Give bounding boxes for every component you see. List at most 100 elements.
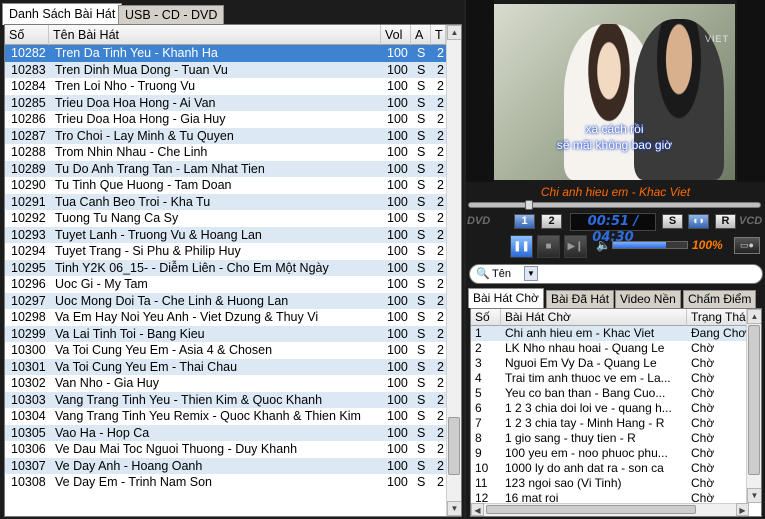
list-item[interactable]: 11 123 ngoi sao (Vi Tinh) Chờ xyxy=(471,476,749,491)
scroll-down-arrow-icon[interactable]: ▼ xyxy=(447,501,461,516)
table-row[interactable]: 10296 Uoc Gi - My Tam 100 S 2 xyxy=(5,276,446,293)
scroll-right-arrow-icon[interactable]: ▶ xyxy=(736,503,749,516)
song-table-scrollbar[interactable]: ▲ ▼ xyxy=(446,25,461,516)
table-row[interactable]: 10299 Va Lai Tinh Toi - Bang Kieu 100 S 2 xyxy=(5,325,446,342)
scroll-up-arrow-icon[interactable]: ▲ xyxy=(447,25,461,40)
song-title: Ve Day Anh - Hoang Oanh xyxy=(55,458,203,473)
queue-number: 4 xyxy=(475,371,482,385)
queue-hscroll-thumb[interactable] xyxy=(486,505,696,514)
col-number[interactable]: Số xyxy=(5,25,49,45)
list-item[interactable]: 4 Trai tim anh thuoc ve em - La... Chờ xyxy=(471,371,749,386)
list-item[interactable]: 9 100 yeu em - noo phuoc phu... Chờ xyxy=(471,446,749,461)
song-title: Van Nho - Gia Huy xyxy=(55,376,159,390)
table-row[interactable]: 10303 Vang Trang Tinh Yeu - Thien Kim & Q… xyxy=(5,391,446,408)
queue-scroll-thumb[interactable] xyxy=(748,325,760,475)
queue-scrollbar[interactable]: ▲ ▼ xyxy=(746,309,761,503)
table-row[interactable]: 10287 Tro Choi - Lay Minh & Tu Quyen 100 S 2 xyxy=(5,127,446,144)
list-item[interactable]: 8 1 gio sang - thuy tien - R Chờ xyxy=(471,431,749,446)
toggle-switch-icon: ▭● xyxy=(740,240,754,250)
tab-usb-cd-dvd[interactable]: USB - CD - DVD xyxy=(118,5,225,24)
queue-status: Chờ xyxy=(691,446,715,460)
song-title: Tren Da Tinh Yeu - Khanh Ha xyxy=(55,46,218,60)
queue-col-number[interactable]: Số xyxy=(471,309,501,326)
audio-channel-2-button[interactable]: 2 xyxy=(541,214,562,229)
stop-button[interactable]: ■ xyxy=(537,235,560,258)
queue-table[interactable]: Số Bài Hát Chờ Trạng Thái 1 Chi anh hieu … xyxy=(470,308,762,517)
queue-col-song[interactable]: Bài Hát Chờ xyxy=(501,309,687,326)
list-item[interactable]: 5 Yeu co ban than - Bang Cuo... Chờ xyxy=(471,386,749,401)
pause-icon: ❚❚ xyxy=(513,241,530,252)
scroll-down-arrow-icon[interactable]: ▼ xyxy=(747,488,761,503)
audio-channel-1-button[interactable]: 1 xyxy=(514,214,535,229)
table-row[interactable]: 10302 Van Nho - Gia Huy 100 S 2 xyxy=(5,375,446,392)
list-item[interactable]: 3 Nguoi Em Vy Da - Quang Le Chờ xyxy=(471,356,749,371)
table-row[interactable]: 10285 Trieu Doa Hoa Hong - Ai Van 100 S 2 xyxy=(5,94,446,111)
next-button[interactable]: ▶❙ xyxy=(564,235,587,258)
table-row[interactable]: 10294 Tuyet Trang - Si Phu & Philip Huy 10… xyxy=(5,243,446,260)
video-screen[interactable]: VIET xa cách rồi sẽ mãi không bao giờ xyxy=(494,4,735,180)
chevron-down-icon[interactable]: ▼ xyxy=(524,266,538,281)
scroll-up-arrow-icon[interactable]: ▲ xyxy=(747,309,761,324)
search-input[interactable] xyxy=(542,266,752,282)
table-row[interactable]: 10291 Tua Canh Beo Troi - Kha Tu 100 S 2 xyxy=(5,193,446,210)
table-row[interactable]: 10304 Vang Trang Tinh Yeu Remix - Quoc Kh… xyxy=(5,408,446,425)
list-item[interactable]: 1 Chi anh hieu em - Khac Viet Đang Chơi xyxy=(471,326,749,341)
song-vol: 100 xyxy=(387,128,408,143)
table-row[interactable]: 10282 Tren Da Tinh Yeu - Khanh Ha 100 S 2 xyxy=(5,45,446,62)
list-item[interactable]: 6 1 2 3 chia doi loi ve - quang h... Chờ xyxy=(471,401,749,416)
table-row[interactable]: 10305 Vao Ha - Hop Ca 100 S 2 xyxy=(5,424,446,441)
song-number: 10282 xyxy=(11,46,46,60)
tab-background-video[interactable]: Video Nền xyxy=(615,290,681,308)
speaker-icon[interactable]: 🔈 xyxy=(596,238,611,252)
table-row[interactable]: 10306 Ve Dau Mai Toc Nguoi Thuong - Duy K… xyxy=(5,441,446,458)
table-row[interactable]: 10293 Tuyet Lanh - Truong Vu & Hoang Lan 1… xyxy=(5,226,446,243)
song-table[interactable]: Số Tên Bài Hát Vol A T 10282 Tren Da Tinh… xyxy=(4,24,462,517)
queue-col-status[interactable]: Trạng Thái xyxy=(687,309,749,326)
table-row[interactable]: 10286 Trieu Doa Hoa Hong - Gia Huy 100 S 2 xyxy=(5,111,446,128)
table-row[interactable]: 10283 Tren Dinh Mua Dong - Tuan Vu 100 S 2 xyxy=(5,61,446,78)
song-a: S xyxy=(417,128,426,143)
tab-sung-songs[interactable]: Bài Đã Hát xyxy=(546,290,615,308)
table-row[interactable]: 10289 Tu Do Anh Trang Tan - Lam Nhat Tien… xyxy=(5,160,446,177)
tab-waiting-songs[interactable]: Bài Hát Chờ xyxy=(468,288,544,308)
repeat-button[interactable]: R xyxy=(715,214,736,229)
table-row[interactable]: 10298 Va Em Hay Noi Yeu Anh - Viet Dzung … xyxy=(5,309,446,326)
song-a: S xyxy=(417,112,426,126)
pause-button[interactable]: ❚❚ xyxy=(510,235,533,258)
col-vol[interactable]: Vol xyxy=(381,25,411,45)
tab-scoring[interactable]: Chấm Điểm xyxy=(683,290,757,308)
table-row[interactable]: 10297 Uoc Mong Doi Ta - Che Linh & Huong … xyxy=(5,292,446,309)
table-row[interactable]: 10308 Ve Day Em - Trinh Nam Son 100 S 2 xyxy=(5,474,446,491)
scroll-left-arrow-icon[interactable]: ◀ xyxy=(471,503,484,516)
col-title[interactable]: Tên Bài Hát xyxy=(49,25,381,45)
scroll-thumb[interactable] xyxy=(448,417,460,475)
table-row[interactable]: 10288 Trom Nhin Nhau - Che Linh 100 S 2 xyxy=(5,144,446,161)
col-t[interactable]: T xyxy=(431,25,446,45)
song-title: Vang Trang Tinh Yeu Remix - Quoc Khanh &… xyxy=(55,409,361,423)
search-icon: 🔍 xyxy=(476,268,490,280)
table-row[interactable]: 10292 Tuong Tu Nang Ca Sy 100 S 2 xyxy=(5,210,446,227)
list-item[interactable]: 7 1 2 3 chia tay - Minh Hang - R Chờ xyxy=(471,416,749,431)
table-row[interactable]: 10295 Tinh Y2K 06_15- - Diễm Liên - Cho E… xyxy=(5,259,446,276)
table-row[interactable]: 10290 Tu Tinh Que Huong - Tam Doan 100 S 2 xyxy=(5,177,446,194)
mixer-toggle-button[interactable]: ▭● xyxy=(734,237,760,254)
song-title: Tua Canh Beo Troi - Kha Tu xyxy=(55,194,211,209)
queue-horizontal-scrollbar[interactable]: ◀ ▶ xyxy=(471,503,749,516)
queue-table-header: Số Bài Hát Chờ Trạng Thái xyxy=(471,309,749,326)
volume-slider[interactable] xyxy=(612,241,688,249)
table-row[interactable]: 10300 Va Toi Cung Yeu Em - Asia 4 & Chose… xyxy=(5,342,446,359)
col-a[interactable]: A xyxy=(411,25,431,45)
table-row[interactable]: 10301 Va Toi Cung Yeu Em - Thai Chau 100 S 2 xyxy=(5,358,446,375)
seek-bar[interactable] xyxy=(468,200,761,210)
singer-button[interactable]: S xyxy=(662,214,683,229)
tab-song-list[interactable]: Danh Sách Bài Hát xyxy=(2,3,123,25)
time-display: 00:51 / 04:30 xyxy=(570,213,656,245)
table-row[interactable]: 10307 Ve Day Anh - Hoang Oanh 100 S 2 xyxy=(5,457,446,474)
search-bar[interactable]: 🔍 Tên ▼ xyxy=(469,264,763,284)
seek-knob[interactable] xyxy=(525,200,533,210)
loop-button[interactable]: ◖◗ xyxy=(688,214,709,229)
list-item[interactable]: 2 LK Nho nhau hoai - Quang Le Chờ xyxy=(471,341,749,356)
list-item[interactable]: 10 1000 ly do anh dat ra - son ca Chờ xyxy=(471,461,749,476)
table-row[interactable]: 10284 Tren Loi Nho - Truong Vu 100 S 2 xyxy=(5,78,446,95)
queue-song-name: Chi anh hieu em - Khac Viet xyxy=(505,326,655,340)
